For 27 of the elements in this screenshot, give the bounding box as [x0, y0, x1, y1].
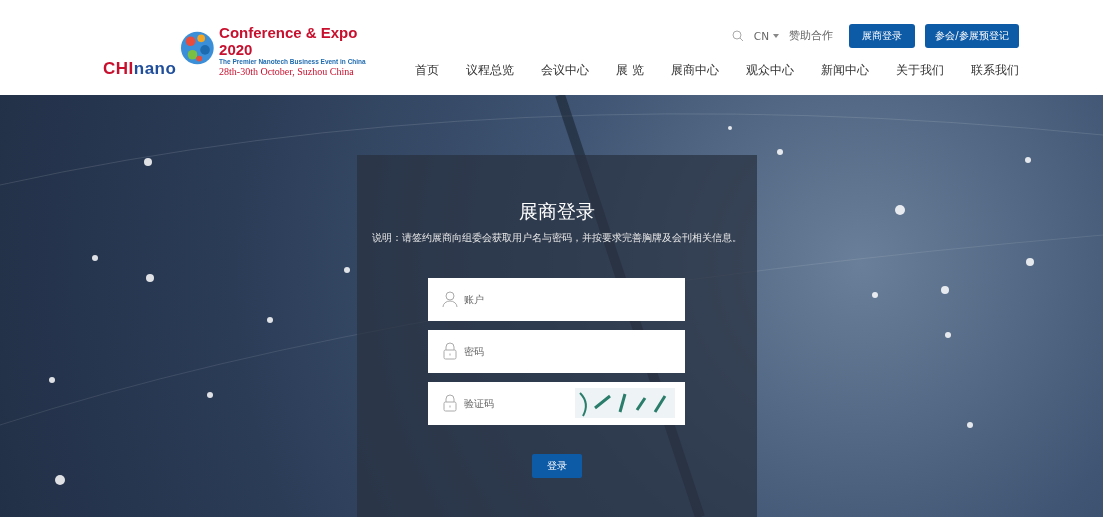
nav-link[interactable]: 展商中心	[671, 63, 719, 78]
logo-wordmark: CHInano	[103, 60, 177, 77]
exhibitor-login-button[interactable]: 展商登录	[849, 24, 915, 48]
nav-link[interactable]: 议程总览	[466, 63, 515, 78]
username-field[interactable]: 账户	[428, 278, 685, 321]
password-field[interactable]: 密码	[428, 330, 685, 373]
caret-icon[interactable]	[773, 34, 779, 38]
nav-link[interactable]: 会议中心	[541, 63, 590, 78]
login-note: 说明：请签约展商向组委会获取用户名与密码，并按要求完善胸牌及会刊相关信息。	[371, 231, 742, 245]
login-button[interactable]: 登录	[531, 454, 582, 478]
event-dates: 28th-30th October, Suzhou China	[219, 66, 355, 78]
logo-title: Conference & Expo 2020	[219, 24, 359, 58]
nav-link[interactable]: 展 览	[616, 63, 644, 78]
registration-button[interactable]: 参会/参展预登记	[925, 24, 1019, 48]
lock-icon	[442, 342, 458, 360]
language-selector[interactable]: CN	[753, 30, 779, 42]
logo-sphere-icon	[180, 30, 216, 66]
nav-link[interactable]: 新闻中心	[821, 63, 869, 78]
nav-link[interactable]: 联系我们	[971, 63, 1019, 78]
sponsor-link[interactable]: 赞助合作	[789, 29, 833, 43]
login-title: 展商登录	[518, 200, 595, 222]
lock-icon	[442, 394, 458, 412]
nav-link[interactable]: 首页	[415, 63, 440, 78]
user-icon	[442, 290, 458, 308]
search-icon[interactable]	[731, 30, 744, 42]
nav-link[interactable]: 观众中心	[746, 63, 794, 78]
nav-link[interactable]: 关于我们	[896, 63, 944, 78]
